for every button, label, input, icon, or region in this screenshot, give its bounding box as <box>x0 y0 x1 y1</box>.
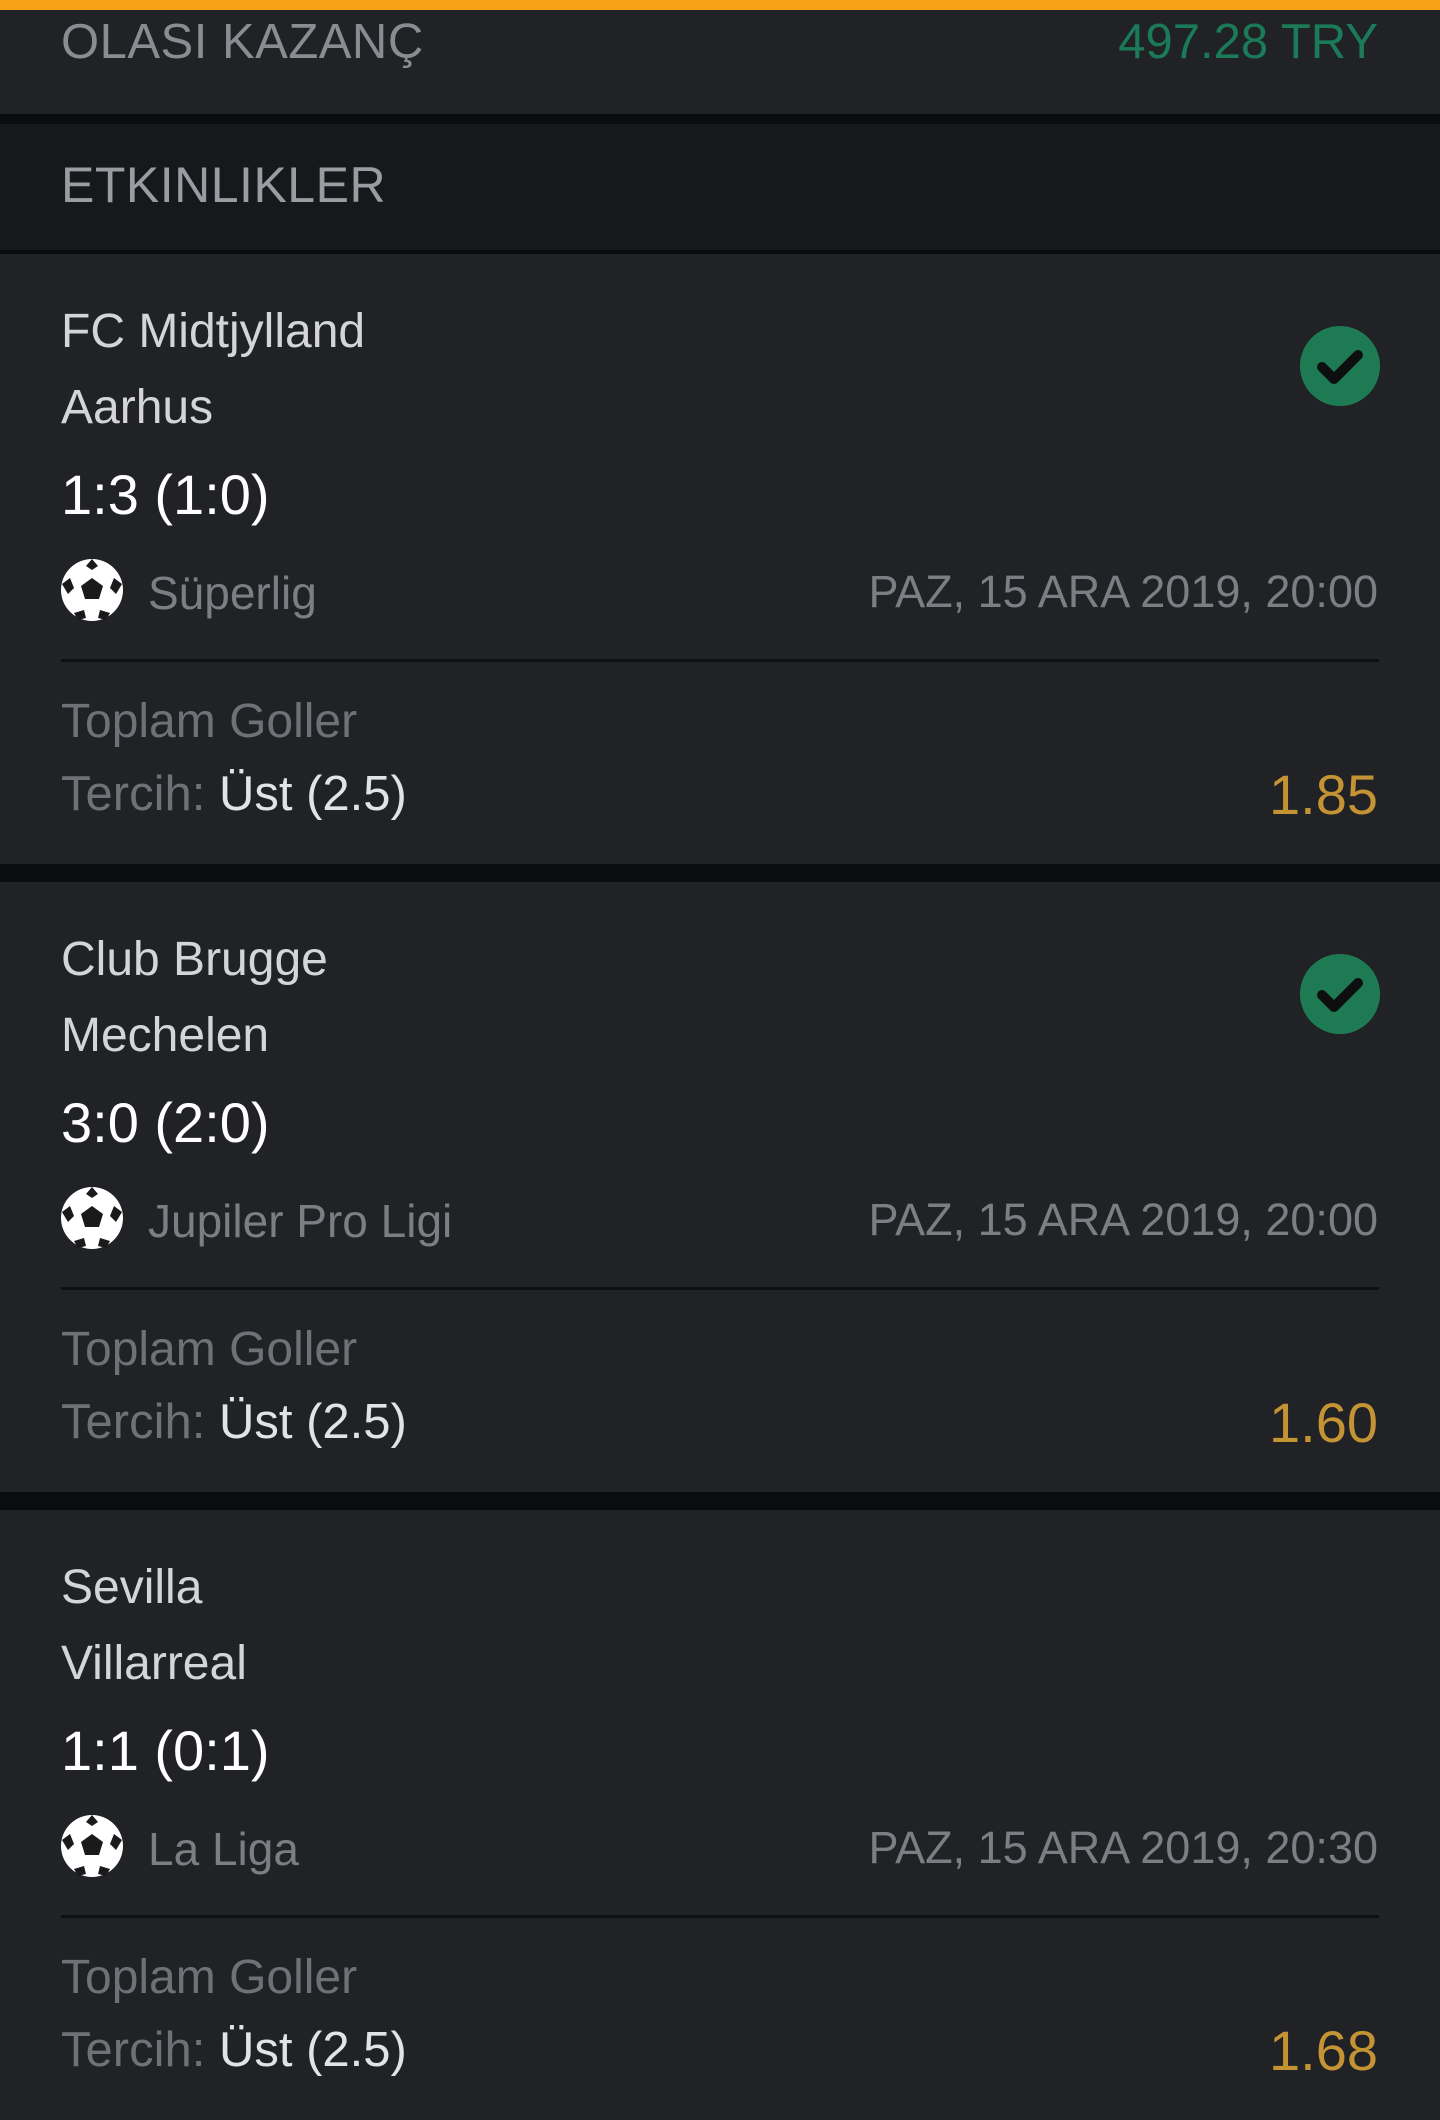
potential-winnings-row: OLASI KAZANÇ 497.28 TRY <box>0 10 1440 114</box>
divider <box>61 659 1379 662</box>
selection-value: Üst (2.5) <box>218 2023 407 2077</box>
match-datetime: PAZ, 15 ARA 2019, 20:00 <box>868 1194 1378 1245</box>
match-datetime: PAZ, 15 ARA 2019, 20:30 <box>868 1822 1378 1873</box>
match-score: 3:0 (2:0) <box>61 1091 270 1154</box>
away-team: Mechelen <box>61 1009 270 1062</box>
divider <box>61 1287 1379 1290</box>
event-card[interactable]: Sevilla Villarreal 1:1 (0:1) La Liga PAZ… <box>0 1510 1440 2120</box>
selection: Tercih: Üst (2.5) <box>61 2022 407 2078</box>
soccer-ball-icon <box>61 559 123 621</box>
check-circle-icon <box>1300 954 1380 1034</box>
selection: Tercih: Üst (2.5) <box>61 1394 407 1450</box>
odds-value: 1.68 <box>1269 2019 1378 2082</box>
home-team: Sevilla <box>61 1561 203 1614</box>
soccer-ball-icon <box>61 1187 123 1249</box>
selection: Tercih: Üst (2.5) <box>61 766 407 822</box>
market-name: Toplam Goller <box>61 1951 358 2004</box>
market-name: Toplam Goller <box>61 1323 358 1376</box>
event-card[interactable]: FC Midtjylland Aarhus 1:3 (1:0) Süperlig… <box>0 254 1440 864</box>
away-team: Aarhus <box>61 381 214 434</box>
away-team: Villarreal <box>61 1637 247 1690</box>
top-accent-bar <box>0 0 1440 10</box>
soccer-ball-icon <box>61 1815 123 1877</box>
selection-value: Üst (2.5) <box>218 767 407 821</box>
match-datetime: PAZ, 15 ARA 2019, 20:00 <box>868 566 1378 617</box>
divider <box>61 1915 1379 1918</box>
check-circle-icon <box>1300 326 1380 406</box>
selection-value: Üst (2.5) <box>218 1395 407 1449</box>
selection-label: Tercih: <box>61 2023 206 2077</box>
selection-label: Tercih: <box>61 767 206 821</box>
home-team: Club Brugge <box>61 933 328 986</box>
league-name: Jupiler Pro Ligi <box>148 1195 453 1247</box>
home-team: FC Midtjylland <box>61 305 366 358</box>
match-score: 1:3 (1:0) <box>61 463 270 526</box>
match-score: 1:1 (0:1) <box>61 1719 270 1782</box>
potential-winnings-label: OLASI KAZANÇ <box>61 15 424 69</box>
league-name: La Liga <box>148 1823 299 1875</box>
event-card[interactable]: Club Brugge Mechelen 3:0 (2:0) Jupiler P… <box>0 882 1440 1492</box>
league-name: Süperlig <box>148 567 317 619</box>
selection-label: Tercih: <box>61 1395 206 1449</box>
odds-value: 1.60 <box>1269 1391 1378 1454</box>
market-name: Toplam Goller <box>61 695 358 748</box>
events-section-header: ETKINLIKLER <box>0 124 1440 250</box>
odds-value: 1.85 <box>1269 763 1378 826</box>
potential-winnings-value: 497.28 TRY <box>1118 15 1378 69</box>
events-section-title: ETKINLIKLER <box>61 157 387 213</box>
